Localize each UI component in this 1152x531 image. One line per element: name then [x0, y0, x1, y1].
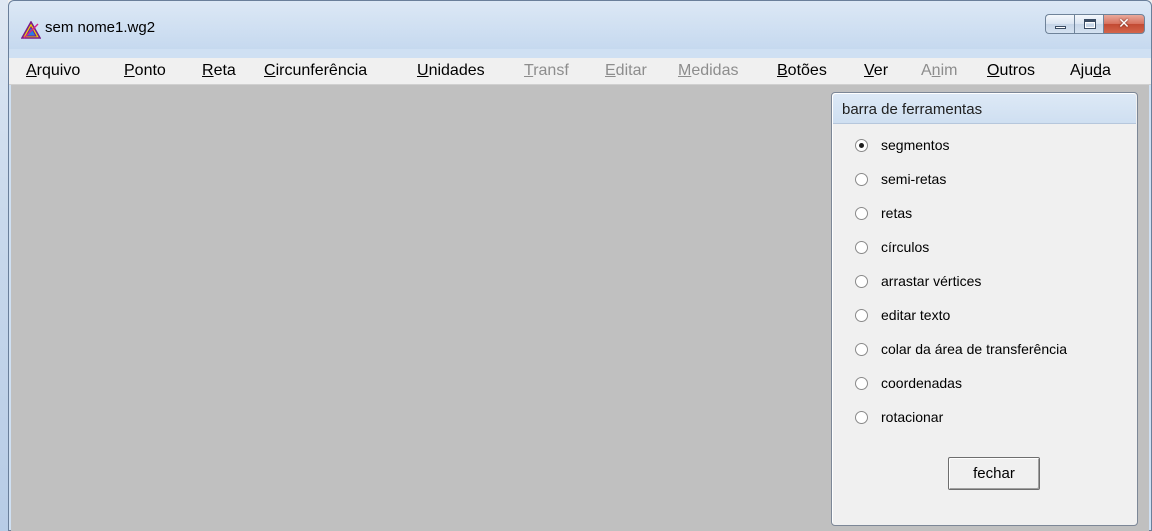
radio-button[interactable] [855, 342, 868, 356]
radio-button[interactable] [855, 376, 868, 390]
tool-option-label: coordenadas [881, 375, 962, 391]
menu-transf[interactable]: Transf [524, 62, 569, 80]
main-window: sem nome1.wg2 ✕ Arquivo Ponto Reta Circu… [8, 0, 1152, 531]
radio-button[interactable] [855, 172, 868, 186]
toolbar-panel-header[interactable]: barra de ferramentas [833, 94, 1136, 124]
tool-option-segmentos[interactable]: segmentos [855, 133, 949, 157]
tool-option-editar-texto[interactable]: editar texto [855, 303, 950, 327]
title-bar[interactable]: sem nome1.wg2 ✕ [9, 1, 1151, 49]
menu-reta[interactable]: Reta [202, 62, 236, 80]
tool-option-coordenadas[interactable]: coordenadas [855, 371, 962, 395]
radio-button[interactable] [855, 410, 868, 424]
tool-option-rotacionar[interactable]: rotacionar [855, 405, 943, 429]
close-window-button[interactable]: ✕ [1103, 14, 1145, 34]
window-title: sem nome1.wg2 [45, 19, 156, 36]
toolbar-panel-title: barra de ferramentas [842, 101, 983, 118]
menu-bar: Arquivo Ponto Reta Circunferência Unidad… [9, 58, 1151, 85]
menu-ajuda[interactable]: Ajuda [1070, 62, 1111, 80]
menu-circunferencia[interactable]: Circunferência [264, 62, 367, 80]
tool-option-arrastar-vertices[interactable]: arrastar vértices [855, 269, 981, 293]
toolbar-panel: barra de ferramentas segmentos semi-reta… [831, 92, 1138, 526]
radio-button[interactable] [855, 206, 868, 220]
radio-button[interactable] [855, 274, 868, 288]
triangle-app-icon [20, 20, 42, 39]
menu-botoes[interactable]: Botões [777, 62, 827, 80]
tool-option-label: círculos [881, 239, 930, 255]
menu-anim[interactable]: Anim [921, 62, 957, 80]
menu-arquivo[interactable]: Arquivo [26, 62, 80, 80]
tool-option-retas[interactable]: retas [855, 201, 912, 225]
minimize-icon [1055, 26, 1066, 29]
menu-ver[interactable]: Ver [864, 62, 888, 80]
tool-option-label: colar da área de transferência [881, 341, 1067, 357]
menu-editar[interactable]: Editar [605, 62, 647, 80]
radio-button[interactable] [855, 308, 868, 322]
radio-button[interactable] [855, 240, 868, 254]
tool-option-label: retas [881, 205, 913, 221]
maximize-button[interactable] [1074, 14, 1103, 34]
tool-option-label: semi-retas [881, 171, 947, 187]
maximize-icon [1084, 19, 1096, 29]
menu-unidades[interactable]: Unidades [417, 62, 485, 80]
window-controls: ✕ [1045, 14, 1145, 34]
close-panel-button[interactable]: fechar [948, 457, 1040, 490]
minimize-button[interactable] [1045, 14, 1074, 34]
tool-option-circulos[interactable]: círculos [855, 235, 929, 259]
menu-outros[interactable]: Outros [987, 62, 1035, 80]
radio-button[interactable] [855, 138, 868, 152]
tool-option-label: editar texto [881, 307, 951, 323]
tool-option-label: arrastar vértices [881, 273, 982, 289]
desktop-background [0, 0, 8, 531]
tool-option-label: segmentos [881, 137, 950, 153]
menu-ponto[interactable]: Ponto [124, 62, 166, 80]
menu-medidas[interactable]: Medidas [678, 62, 738, 80]
tool-option-semi-retas[interactable]: semi-retas [855, 167, 946, 191]
close-icon: ✕ [1118, 16, 1130, 32]
tool-option-colar[interactable]: colar da área de transferência [855, 337, 1067, 361]
tool-option-label: rotacionar [881, 409, 944, 425]
